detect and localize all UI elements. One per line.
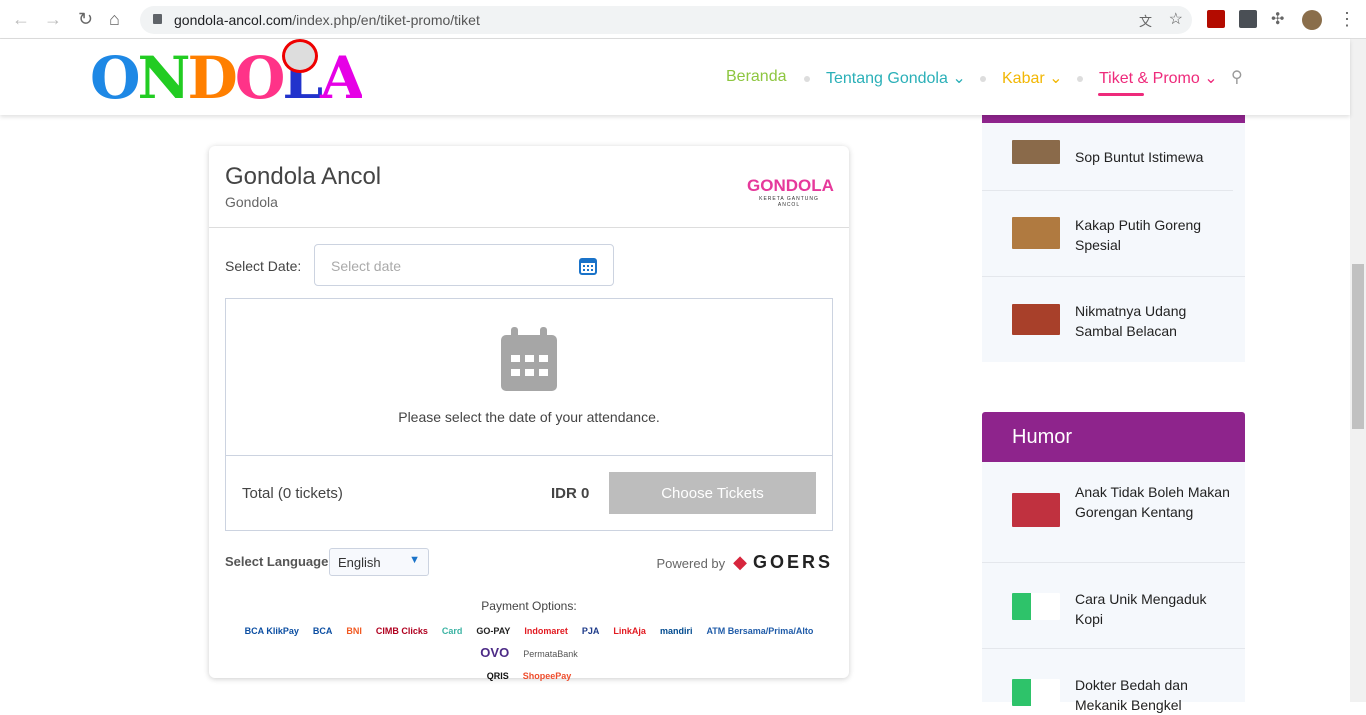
bookmark-star-icon[interactable]: ☆: [1169, 9, 1183, 29]
m-extension-icon[interactable]: [1239, 10, 1257, 28]
goers-brand: GOERS: [752, 552, 833, 572]
empty-state-message: Please select the date of your attendanc…: [398, 409, 660, 425]
language-select[interactable]: English ▼: [329, 548, 429, 576]
language-value: English: [338, 555, 381, 570]
calendar-icon: [579, 258, 597, 275]
list-item[interactable]: Cara Unik Mengaduk Kopi: [982, 563, 1233, 648]
sidebar-food-list: Sop Buntut Istimewa Kakap Putih Goreng S…: [982, 123, 1245, 362]
payment-logo: Indomaret: [524, 626, 568, 636]
home-icon[interactable]: ⌂: [109, 9, 120, 30]
lock-icon: [153, 14, 162, 24]
scrollbar[interactable]: [1350, 39, 1366, 702]
thumbnail: [1012, 140, 1060, 164]
forward-icon[interactable]: →: [44, 9, 62, 30]
sidebar-humor-list: Anak Tidak Boleh Makan Gorengan Kentang …: [982, 462, 1245, 713]
item-title[interactable]: Sop Buntut Istimewa: [1075, 147, 1235, 167]
list-item[interactable]: Dokter Bedah dan Mekanik Bengkel: [982, 649, 1233, 713]
url-path: /index.php/en/tiket-promo/tiket: [292, 12, 480, 28]
total-amount: IDR 0: [551, 485, 590, 502]
nav-beranda[interactable]: Beranda: [726, 68, 787, 86]
sidebar-header-bar: [982, 115, 1245, 123]
payment-logo: PermataBank: [523, 649, 578, 659]
page-content: Gondola Ancol Gondola GONDOLA KERETA GAN…: [0, 115, 1350, 713]
payment-logo: ATM Bersama/Prima/Alto: [706, 626, 814, 636]
back-icon[interactable]: ←: [12, 9, 30, 30]
list-item[interactable]: Nikmatnya Udang Sambal Belacan: [982, 277, 1233, 362]
calendar-large-icon: [501, 327, 557, 391]
ticket-selection-box: Please select the date of your attendanc…: [225, 298, 833, 531]
humor-section-title: Humor: [982, 412, 1245, 462]
list-item[interactable]: Kakap Putih Goreng Spesial: [982, 191, 1233, 276]
ticket-total-label: Total (0 tickets): [242, 485, 343, 502]
powered-by-label: Powered by: [656, 556, 726, 571]
date-placeholder: Select date: [331, 258, 402, 274]
payment-logo: QRIS: [486, 671, 509, 681]
event-subtitle: Gondola: [225, 194, 278, 210]
divider: [226, 455, 832, 456]
scrollbar-thumb[interactable]: [1352, 264, 1364, 429]
address-bar[interactable]: gondola-ancol.com/index.php/en/tiket-pro…: [140, 6, 1192, 34]
payment-logo: BCA KlikPay: [244, 626, 299, 636]
chevron-down-icon: ▼: [409, 554, 420, 566]
profile-avatar[interactable]: [1302, 10, 1322, 30]
extensions-puzzle-icon[interactable]: ✣: [1271, 9, 1284, 29]
payment-logo: Card: [441, 626, 463, 636]
powered-by: Powered by ◆ GOERS: [656, 552, 833, 573]
ticket-widget: Gondola Ancol Gondola GONDOLA KERETA GAN…: [209, 146, 849, 681]
menu-kebab-icon[interactable]: ⋮: [1338, 9, 1356, 30]
divider: [209, 227, 849, 228]
payment-options-label: Payment Options:: [481, 599, 577, 613]
payment-logos: BCA KlikPay BCA BNI CIMB Clicks Card GO-PAY In…: [229, 620, 829, 687]
gondola-cabin-icon: [282, 39, 318, 73]
item-title[interactable]: Nikmatnya Udang Sambal Belacan: [1075, 301, 1235, 341]
nav-separator: [980, 76, 986, 82]
item-title[interactable]: Dokter Bedah dan Mekanik Bengkel: [1075, 675, 1235, 715]
payment-logo: OVO: [480, 645, 510, 660]
language-label: Select Language:: [225, 554, 333, 569]
list-item[interactable]: Sop Buntut Istimewa: [982, 123, 1233, 190]
thumbnail: [1012, 217, 1060, 249]
choose-tickets-button[interactable]: Choose Tickets: [609, 472, 816, 514]
payment-logo: PJA: [581, 626, 600, 636]
item-title[interactable]: Anak Tidak Boleh Makan Gorengan Kentang: [1075, 482, 1235, 522]
site-header: ONDOLA Beranda Tentang Gondola ⌄ Kabar ⌄…: [0, 39, 1350, 115]
payment-logo: BCA: [312, 626, 333, 636]
gondola-card-logo: GONDOLA KERETA GANTUNG ANCOL: [747, 176, 834, 208]
payment-logo: BNI: [346, 626, 362, 636]
thumbnail: [1012, 304, 1060, 335]
list-item[interactable]: Anak Tidak Boleh Makan Gorengan Kentang: [982, 462, 1233, 562]
browser-toolbar: ← → ↻ ⌂ gondola-ancol.com/index.php/en/t…: [0, 0, 1366, 39]
thumbnail: [1012, 493, 1060, 527]
nav-tiket-promo[interactable]: Tiket & Promo ⌄: [1099, 68, 1218, 88]
nav-tentang-gondola[interactable]: Tentang Gondola ⌄: [826, 68, 966, 88]
nav-kabar[interactable]: Kabar ⌄: [1002, 68, 1063, 88]
event-title: Gondola Ancol: [225, 163, 382, 190]
payment-logo: GO-PAY: [476, 626, 511, 636]
nav-separator: [1077, 76, 1083, 82]
goers-logo-icon: ◆: [733, 552, 747, 572]
payment-logo: mandiri: [659, 626, 693, 636]
active-underline: [1098, 93, 1144, 96]
search-icon[interactable]: ⚲: [1231, 67, 1243, 87]
site-logo[interactable]: ONDOLA: [90, 41, 362, 115]
payment-logo: ShopeePay: [522, 671, 572, 681]
url-domain: gondola-ancol.com: [174, 12, 293, 28]
item-title[interactable]: Kakap Putih Goreng Spesial: [1075, 215, 1235, 255]
date-picker-input[interactable]: Select date: [314, 244, 614, 286]
item-title[interactable]: Cara Unik Mengaduk Kopi: [1075, 589, 1235, 629]
translate-icon[interactable]: ⽂: [1139, 11, 1152, 30]
reload-icon[interactable]: ↻: [78, 9, 93, 30]
pdf-extension-icon[interactable]: [1207, 10, 1225, 28]
payment-logo: LinkAja: [613, 626, 646, 636]
thumbnail: [1012, 593, 1060, 620]
payment-logo: CIMB Clicks: [375, 626, 428, 636]
nav-separator: [804, 76, 810, 82]
select-date-label: Select Date:: [225, 258, 302, 274]
